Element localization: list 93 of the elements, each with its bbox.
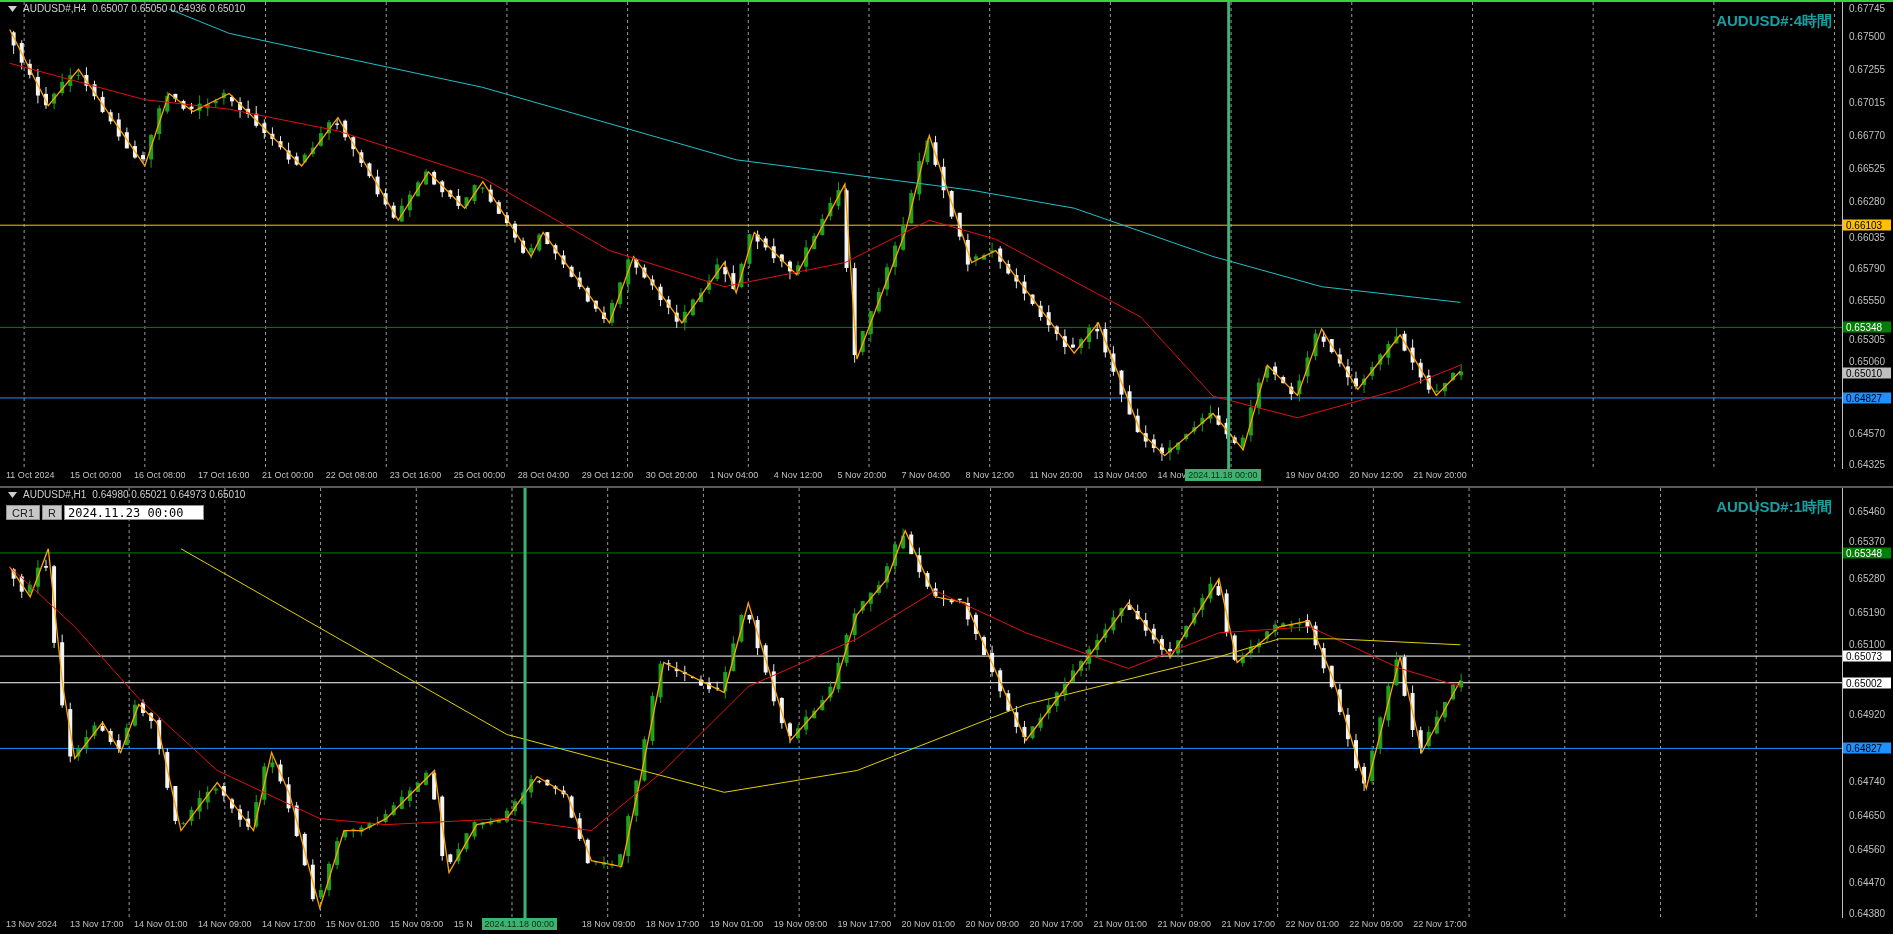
- price-tag: 0.64827: [1843, 392, 1891, 404]
- price-tick: 0.64740: [1849, 775, 1886, 787]
- dropdown-icon[interactable]: [8, 491, 17, 498]
- time-label: 19 Nov 01:00: [709, 919, 764, 929]
- time-label: 8 Nov 12:00: [965, 470, 1015, 480]
- time-label: 11 Nov 20:00: [1029, 470, 1083, 480]
- price-tick: 0.64470: [1849, 876, 1886, 888]
- price-tick: 0.65190: [1849, 606, 1886, 618]
- time-label: 1 Nov 04:00: [709, 470, 759, 480]
- time-label: 16 Oct 08:00: [133, 470, 186, 480]
- time-label: 19 Nov 17:00: [837, 919, 892, 929]
- time-label: 7 Nov 04:00: [901, 470, 951, 480]
- price-tag: 0.65073: [1843, 650, 1891, 662]
- time-label: 23 Oct 16:00: [389, 470, 442, 480]
- time-label: 21 Nov 09:00: [1157, 919, 1211, 929]
- price-tick: 0.66770: [1849, 129, 1886, 141]
- symbol-label: AUDUSD#,H4: [23, 3, 87, 14]
- time-label: 20 Nov 12:00: [1349, 470, 1403, 480]
- price-tick: 0.65100: [1849, 638, 1886, 650]
- price-tick: 0.67500: [1849, 30, 1886, 42]
- time-label: 18 Nov 09:00: [581, 919, 636, 929]
- time-label: 14 Nov 17:00: [261, 919, 316, 929]
- time-label: 15 N: [453, 919, 473, 929]
- chart-window[interactable]: [0, 0, 1893, 483]
- cursor-line[interactable]: [523, 488, 527, 918]
- price-tick: 0.64380: [1849, 907, 1886, 919]
- price-tick: 0.64920: [1849, 708, 1886, 719]
- quote-values: 0.65007 0.65050 0.64936 0.65010: [92, 3, 246, 14]
- time-label: 22 Nov 01:00: [1285, 919, 1339, 929]
- price-tick: 0.65550: [1849, 294, 1886, 306]
- price-tick: 0.67015: [1849, 96, 1886, 108]
- price-tick: 0.65280: [1849, 572, 1886, 584]
- cursor-time-label: 2024.11.18 00:00: [1185, 469, 1261, 481]
- price-tag: 0.65348: [1843, 547, 1891, 559]
- time-label: 28 Oct 04:00: [517, 470, 570, 480]
- price-tick: 0.66035: [1849, 231, 1886, 243]
- price-tick: 0.65370: [1849, 535, 1886, 547]
- price-tag: 0.66103: [1843, 219, 1891, 231]
- symbol-label: AUDUSD#,H1: [23, 489, 87, 500]
- time-label: 19 Nov 04:00: [1285, 470, 1339, 480]
- time-label: 29 Oct 12:00: [581, 470, 634, 480]
- time-label: 30 Oct 20:00: [645, 470, 698, 480]
- time-label: 15 Oct 00:00: [70, 470, 122, 480]
- time-label: 5 Nov 20:00: [837, 470, 887, 480]
- chart-title: AUDUSD#:1時間: [1716, 498, 1832, 517]
- time-label: 21 Oct 00:00: [261, 470, 314, 480]
- time-label: 22 Oct 08:00: [325, 470, 378, 480]
- time-label: 11 Oct 2024: [6, 470, 55, 480]
- time-label: 21 Nov 17:00: [1221, 919, 1275, 929]
- time-label: 19 Nov 09:00: [773, 919, 828, 929]
- price-tick: 0.65305: [1849, 333, 1886, 345]
- time-label: 4 Nov 12:00: [773, 470, 823, 480]
- time-label: 14 Nov: [1157, 470, 1186, 480]
- chart-title: AUDUSD#:4時間: [1716, 12, 1832, 31]
- toolbar-button[interactable]: CR1: [6, 505, 40, 520]
- time-label: 20 Nov 01:00: [901, 919, 956, 929]
- price-tick: 0.65060: [1849, 355, 1886, 367]
- time-label: 13 Nov 17:00: [70, 919, 124, 929]
- price-tick: 0.66525: [1849, 162, 1886, 174]
- time-label: 14 Nov 09:00: [197, 919, 252, 929]
- price-tick: 0.64570: [1849, 427, 1886, 439]
- price-tick: 0.65790: [1849, 262, 1886, 274]
- price-tick: 0.65460: [1849, 505, 1886, 517]
- time-label: 15 Nov 09:00: [389, 919, 444, 929]
- time-label: 15 Nov 01:00: [325, 919, 380, 929]
- price-tick: 0.67255: [1849, 63, 1886, 75]
- toolbar-button[interactable]: R: [42, 505, 62, 520]
- price-tag: 0.65348: [1843, 321, 1891, 333]
- date-field[interactable]: 2024.11.23 00:00: [63, 505, 204, 520]
- price-tick: 0.66280: [1849, 195, 1886, 207]
- time-label: 21 Nov 20:00: [1413, 470, 1467, 480]
- time-label: 20 Nov 17:00: [1029, 919, 1084, 929]
- time-label: 13 Nov 04:00: [1093, 470, 1148, 480]
- time-label: 14 Nov 01:00: [133, 919, 188, 929]
- time-label: 18 Nov 17:00: [645, 919, 700, 929]
- time-label: 22 Nov 17:00: [1413, 919, 1467, 929]
- price-tick: 0.64560: [1849, 843, 1886, 855]
- price-tick: 0.64650: [1849, 809, 1886, 821]
- price-tick: 0.67745: [1849, 2, 1886, 14]
- price-tag: 0.65010: [1843, 367, 1891, 379]
- cursor-line[interactable]: [1227, 2, 1231, 469]
- cursor-time-label: 2024.11.18 00:00: [481, 918, 557, 930]
- price-tag: 0.65002: [1843, 677, 1891, 689]
- quote-values: 0.64980 0.65021 0.64973 0.65010: [92, 489, 246, 500]
- time-label: 13 Nov 2024: [6, 919, 58, 929]
- time-label: 21 Nov 01:00: [1093, 919, 1148, 929]
- time-label: 22 Nov 09:00: [1349, 919, 1403, 929]
- time-label: 20 Nov 09:00: [965, 919, 1020, 929]
- price-tick: 0.64325: [1849, 458, 1886, 470]
- time-label: 17 Oct 16:00: [197, 470, 250, 480]
- time-label: 25 Oct 00:00: [453, 470, 506, 480]
- price-tag: 0.64827: [1843, 742, 1891, 754]
- dropdown-icon[interactable]: [8, 5, 17, 12]
